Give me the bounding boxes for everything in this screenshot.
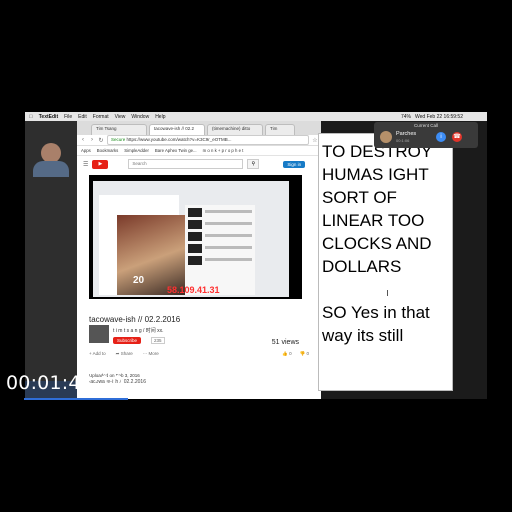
textedit-content[interactable]: TO DESTROY HUMAS IGHT SORT OF LINEAR TOO… xyxy=(322,140,452,347)
text-cursor xyxy=(387,290,388,296)
timecode-underline xyxy=(24,398,128,400)
url-field[interactable]: Secure https://www.youtube.com/watch?v=K… xyxy=(107,135,309,145)
secure-label: Secure xyxy=(111,137,126,142)
bookmarks-bar: Apps Bookmarks SimpleAdder Bare Aphex Tw… xyxy=(77,146,321,156)
dislike-button[interactable]: 👎 0 xyxy=(300,351,309,359)
bookmark-simpleadder[interactable]: SimpleAdder xyxy=(124,148,149,153)
dislike-count: 0 xyxy=(306,351,309,356)
tab-tim-tsang[interactable]: Tim Tsang xyxy=(91,124,147,135)
video-actions: + Add to ➦ Share ⋯ More 👍 0 👎 0 xyxy=(89,351,309,359)
bookmark-bookmarks[interactable]: Bookmarks xyxy=(97,148,119,153)
subscribe-button[interactable]: Subscribe xyxy=(113,337,142,344)
forward-icon[interactable]: › xyxy=(89,137,95,143)
menu-bar:  TextEdit File Edit Format View Window … xyxy=(25,112,487,121)
address-bar: ‹ › ↻ Secure https://www.youtube.com/wat… xyxy=(77,135,321,146)
back-icon[interactable]: ‹ xyxy=(80,137,86,143)
menu-help[interactable]: Help xyxy=(155,114,165,120)
hamburger-icon[interactable]: ☰ xyxy=(83,161,88,168)
menu-app-name[interactable]: TextEdit xyxy=(39,114,58,120)
caller-avatar xyxy=(380,131,392,143)
menu-edit[interactable]: Edit xyxy=(78,114,87,120)
hang-up-icon[interactable]: ☎ xyxy=(452,132,462,142)
share-button[interactable]: ➦ Share xyxy=(116,351,133,359)
browser-window: Tim Tsang tacowave-ish // 02.2 (timemach… xyxy=(77,121,321,399)
video-title: tacowave-ish // 02.2.2016 xyxy=(89,315,181,324)
timecode: 00:01:43;10 xyxy=(6,372,125,394)
menu-file[interactable]: File xyxy=(64,114,72,120)
share-label: Share xyxy=(120,351,133,356)
person-body xyxy=(33,161,69,177)
text-line: SO Yes in that xyxy=(322,303,430,322)
battery-status[interactable]: 74% xyxy=(401,114,411,120)
search-input[interactable]: Search xyxy=(128,159,244,169)
youtube-logo[interactable]: ▶ xyxy=(92,159,109,169)
tab-tim[interactable]: Tim xyxy=(265,124,295,135)
video-overlay-20: 20 xyxy=(133,275,145,286)
textedit-window[interactable]: TO DESTROY HUMAS IGHT SORT OF LINEAR TOO… xyxy=(318,133,453,391)
menu-window[interactable]: Window xyxy=(131,114,149,120)
tab-tacowave[interactable]: tacowave-ish // 02.2 xyxy=(149,124,205,135)
bookmark-aphex[interactable]: Bare Aphex Twin ge... xyxy=(155,148,197,153)
text-line: SORT OF xyxy=(322,188,397,207)
call-title: Current Call xyxy=(413,123,438,128)
person-face xyxy=(41,143,61,163)
menu-view[interactable]: View xyxy=(115,114,126,120)
more-button[interactable]: ⋯ More xyxy=(143,351,159,359)
call-notification[interactable]: Current Call Parches 00:1:06 i ☎ xyxy=(374,122,478,148)
channel-avatar[interactable] xyxy=(89,325,109,343)
video-overlay-number: 58.109.41.31 xyxy=(167,285,220,295)
bookmark-apps[interactable]: Apps xyxy=(81,148,91,153)
apple-icon[interactable]:  xyxy=(29,114,33,120)
reload-icon[interactable]: ↻ xyxy=(98,137,104,144)
like-count: 0 xyxy=(289,351,292,356)
text-line: HUMAS IGHT xyxy=(322,165,429,184)
text-line: DOLLARS xyxy=(322,257,402,276)
text-line: CLOCKS AND xyxy=(322,234,432,253)
search-icon[interactable]: ⚲ xyxy=(247,159,260,169)
menubar-clock[interactable]: Wed Feb 22 16:59:52 xyxy=(415,114,463,120)
webcam-feed xyxy=(25,121,77,381)
like-button[interactable]: 👍 0 xyxy=(282,351,291,359)
text-line: way its still xyxy=(322,326,404,345)
caller-name: Parches xyxy=(396,131,417,137)
channel-name[interactable]: t i m t s a n g / 时间 xx. xyxy=(113,327,164,334)
signin-button[interactable]: Sign in xyxy=(283,160,306,168)
view-count: 51 views xyxy=(271,339,299,346)
subscriber-count: 235 xyxy=(151,337,165,344)
call-duration: 00:1:06 xyxy=(396,138,410,143)
tab-timemachine[interactable]: (timemachine) ditto xyxy=(207,124,263,135)
add-to-button[interactable]: + Add to xyxy=(89,351,106,359)
youtube-header: ☰ ▶ Search ⚲ Sign in xyxy=(77,156,321,172)
add-to-label: Add to xyxy=(92,351,106,356)
url-text: https://www.youtube.com/watch?v=K3C9r_eO… xyxy=(126,137,232,142)
more-label: More xyxy=(148,351,159,356)
video-player[interactable]: 58.109.41.31 20 xyxy=(89,175,302,299)
channel-row: t i m t s a n g / 时间 xx. Subscribe 235 5… xyxy=(89,325,309,347)
video-selfie xyxy=(117,215,185,295)
info-icon[interactable]: i xyxy=(436,132,446,142)
bookmark-monk[interactable]: m o n k + p r o p h e t xyxy=(203,148,244,153)
menu-format[interactable]: Format xyxy=(93,114,109,120)
text-line: LINEAR TOO xyxy=(322,211,425,230)
video-inner-sidebar xyxy=(185,205,255,295)
tab-strip: Tim Tsang tacowave-ish // 02.2 (timemach… xyxy=(77,121,321,135)
